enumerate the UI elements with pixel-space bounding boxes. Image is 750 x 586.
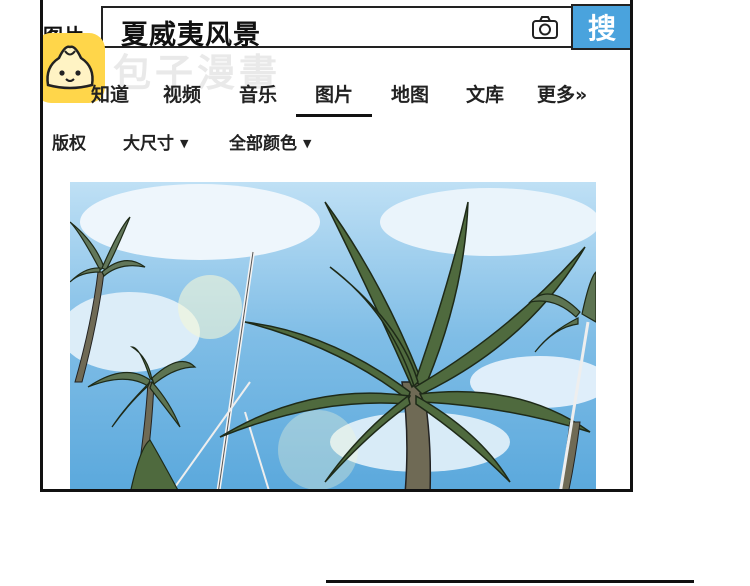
filter-copyright[interactable]: 版权 (52, 129, 86, 154)
result-image-palm-trees[interactable] (70, 182, 596, 489)
filter-size-label: 大尺寸 (123, 134, 174, 154)
tab-music[interactable]: 音乐 (239, 80, 277, 107)
tab-images[interactable]: 图片 (315, 80, 353, 107)
filter-color[interactable]: 全部颜色 ▼ (229, 129, 311, 154)
chevron-down-icon: ▼ (180, 137, 189, 150)
next-panel-border (326, 580, 694, 583)
chevron-down-icon: ▼ (303, 137, 312, 150)
filter-color-label: 全部颜色 (229, 134, 297, 154)
filter-copyright-label: 版权 (52, 134, 86, 154)
filter-bar: 版权 大尺寸 ▼ 全部颜色 ▼ (43, 126, 630, 156)
search-result-panel: 图片 夏威夷风景 搜 包子漫畫 知道 视频 音乐 图片 地图 文库 更多» (40, 0, 633, 492)
camera-icon[interactable] (531, 16, 559, 40)
tab-more[interactable]: 更多» (537, 80, 587, 107)
tab-zhidao[interactable]: 知道 (91, 80, 129, 107)
active-tab-indicator (296, 114, 372, 117)
tab-video[interactable]: 视频 (163, 80, 201, 107)
filter-size[interactable]: 大尺寸 ▼ (123, 129, 188, 154)
category-tabs: 知道 视频 音乐 图片 地图 文库 更多» (43, 76, 630, 120)
tab-map[interactable]: 地图 (391, 80, 429, 107)
search-button[interactable]: 搜 (571, 4, 630, 50)
tab-library[interactable]: 文库 (466, 80, 504, 107)
